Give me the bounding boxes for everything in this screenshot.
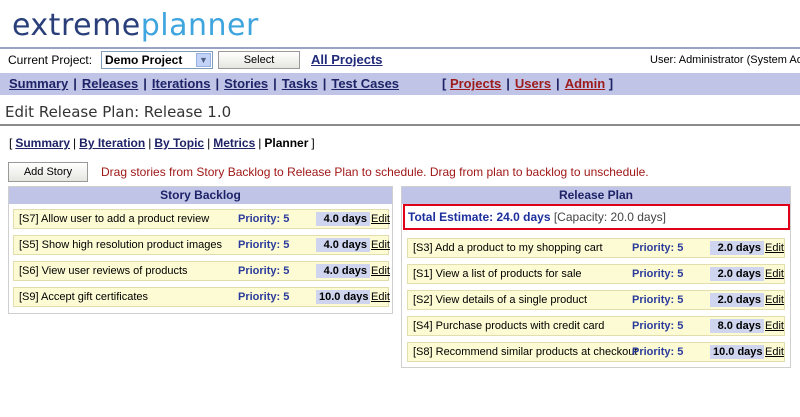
backlog-story[interactable]: [S6] View user reviews of products Prior… [13, 261, 390, 281]
story-priority: Priority: 5 [238, 291, 290, 303]
story-edit-link[interactable]: Edit [371, 265, 390, 277]
main-nav: Summary | Releases | Iterations | Stories | Task… [0, 73, 800, 95]
add-story-button[interactable]: Add Story [8, 162, 88, 182]
story-priority: Priority: 5 [238, 265, 290, 277]
story-priority: Priority: 5 [632, 320, 684, 332]
story-edit-link[interactable]: Edit [371, 213, 390, 225]
nav-summary[interactable]: Summary [9, 76, 68, 91]
total-estimate: Total Estimate: 24.0 days [408, 210, 551, 224]
nav-stories[interactable]: Stories [224, 76, 268, 91]
story-priority: Priority: 5 [632, 268, 684, 280]
story-edit-link[interactable]: Edit [765, 268, 784, 280]
story-title: [S6] View user reviews of products [19, 265, 188, 277]
story-backlog-title: Story Backlog [9, 187, 392, 204]
story-estimate: 4.0 days [316, 212, 370, 226]
story-priority: Priority: 5 [632, 346, 684, 358]
plan-story[interactable]: [S2] View details of a single product Pr… [407, 290, 785, 310]
nav-tasks[interactable]: Tasks [282, 76, 318, 91]
story-edit-link[interactable]: Edit [765, 346, 784, 358]
story-estimate: 10.0 days [316, 290, 370, 304]
plan-story[interactable]: [S1] View a list of products for sale Pr… [407, 264, 785, 284]
nav-iterations[interactable]: Iterations [152, 76, 211, 91]
backlog-story[interactable]: [S9] Accept gift certificates Priority: … [13, 287, 390, 307]
backlog-story[interactable]: [S5] Show high resolution product images… [13, 235, 390, 255]
story-edit-link[interactable]: Edit [765, 242, 784, 254]
nav-releases[interactable]: Releases [82, 76, 138, 91]
tab-by-iteration[interactable]: By Iteration [79, 136, 145, 150]
nav-users[interactable]: Users [515, 76, 551, 91]
tab-metrics[interactable]: Metrics [213, 136, 255, 150]
story-priority: Priority: 5 [632, 242, 684, 254]
story-title: [S8] Recommend similar products at check… [413, 346, 638, 358]
story-title: [S1] View a list of products for sale [413, 268, 582, 280]
project-select[interactable]: Demo Project ▼ [101, 51, 213, 69]
total-estimate-box: Total Estimate: 24.0 days [Capacity: 20.… [403, 204, 790, 230]
story-estimate: 4.0 days [316, 264, 370, 278]
story-estimate: 4.0 days [316, 238, 370, 252]
story-title: [S9] Accept gift certificates [19, 291, 149, 303]
tab-planner: Planner [264, 136, 309, 150]
drag-hint: Drag stories from Story Backlog to Relea… [101, 165, 649, 179]
capacity: [Capacity: 20.0 days] [553, 210, 666, 224]
user-info: User: Administrator (System Adm [650, 54, 800, 66]
story-title: [S3] Add a product to my shopping cart [413, 242, 603, 254]
current-project-label: Current Project: [8, 53, 93, 67]
story-title: [S2] View details of a single product [413, 294, 588, 306]
story-priority: Priority: 5 [238, 213, 290, 225]
nav-test-cases[interactable]: Test Cases [331, 76, 399, 91]
nav-admin[interactable]: Admin [565, 76, 605, 91]
subtabs: [Summary | By Iteration | By Topic | Metrics | P… [9, 136, 315, 150]
title-divider [0, 124, 800, 126]
project-bar: Current Project: Demo Project ▼ Select A… [0, 49, 800, 71]
story-edit-link[interactable]: Edit [765, 320, 784, 332]
plan-story[interactable]: [S8] Recommend similar products at check… [407, 342, 785, 362]
backlog-story[interactable]: [S7] Allow user to add a product review … [13, 209, 390, 229]
all-projects-link[interactable]: All Projects [311, 52, 383, 67]
tab-summary[interactable]: Summary [15, 136, 70, 150]
tab-by-topic[interactable]: By Topic [154, 136, 204, 150]
story-priority: Priority: 5 [238, 239, 290, 251]
release-plan-title: Release Plan [402, 187, 790, 204]
story-estimate: 2.0 days [710, 241, 764, 255]
story-edit-link[interactable]: Edit [765, 294, 784, 306]
story-edit-link[interactable]: Edit [371, 291, 390, 303]
plan-story[interactable]: [S4] Purchase products with credit card … [407, 316, 785, 336]
logo-part-planner: planner [140, 8, 259, 43]
story-edit-link[interactable]: Edit [371, 239, 390, 251]
select-project-button[interactable]: Select [218, 51, 300, 69]
story-estimate: 2.0 days [710, 267, 764, 281]
admin-nav: [ Projects | Users | Admin ] [442, 76, 614, 91]
story-estimate: 2.0 days [710, 293, 764, 307]
plan-story[interactable]: [S3] Add a product to my shopping cart P… [407, 238, 785, 258]
nav-projects[interactable]: Projects [450, 76, 501, 91]
project-select-value: Demo Project [105, 53, 183, 67]
chevron-down-icon[interactable]: ▼ [196, 53, 211, 67]
story-title: [S7] Allow user to add a product review [19, 213, 210, 225]
story-estimate: 8.0 days [710, 319, 764, 333]
story-title: [S5] Show high resolution product images [19, 239, 223, 251]
logo-part-extreme: extreme [12, 8, 141, 43]
story-title: [S4] Purchase products with credit card [413, 320, 605, 332]
extremeplanner-logo: extremeplanner [12, 8, 259, 44]
page-title: Edit Release Plan: Release 1.0 [5, 103, 232, 121]
story-priority: Priority: 5 [632, 294, 684, 306]
story-estimate: 10.0 days [710, 345, 764, 359]
